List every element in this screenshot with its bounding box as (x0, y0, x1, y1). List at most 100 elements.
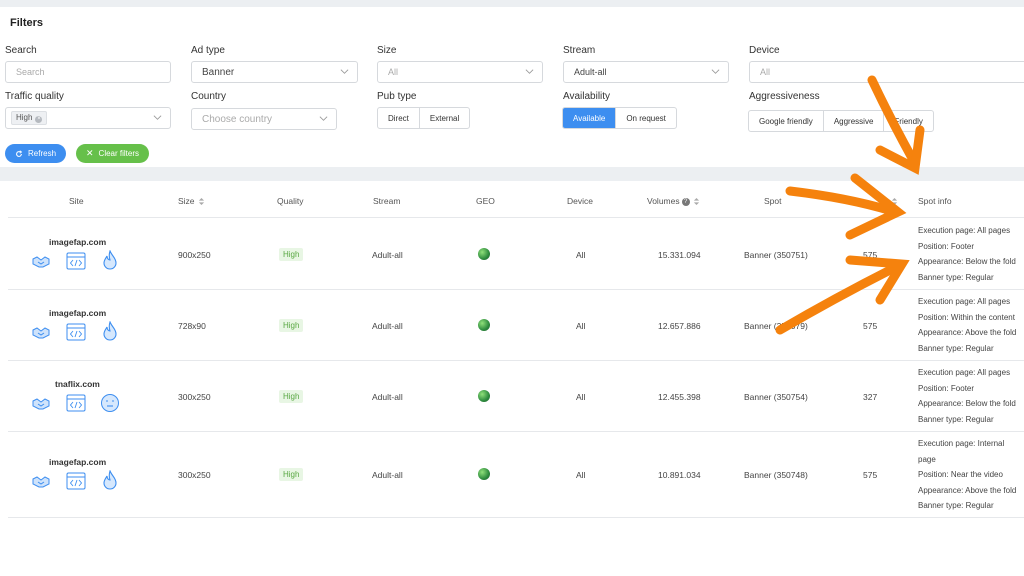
col-spot-info: Spot info (918, 196, 952, 206)
country-placeholder: Choose country (202, 113, 273, 125)
availability-on-request[interactable]: On request (616, 108, 676, 128)
site-name[interactable]: imagefap.com (49, 457, 106, 467)
search-input[interactable]: Search (5, 61, 171, 83)
spot-cell[interactable]: Banner (350751) (744, 250, 808, 260)
code-embed-icon (66, 323, 86, 340)
spot-info-line: Execution page: All pages (918, 368, 1011, 377)
quality-cell: High (279, 468, 304, 481)
pub-type-label: Pub type (377, 91, 417, 102)
stream-label: Stream (563, 45, 596, 56)
stream-value: Adult-all (574, 67, 607, 77)
table-row[interactable]: imagefap.com 900x250 High Adult-all All 15.33… (8, 219, 1024, 290)
spot-info-line: Banner type: Regular (918, 343, 994, 353)
price-cell: 575 (863, 470, 878, 480)
handshake-icon (32, 476, 50, 488)
spot-cell[interactable]: Banner (350754) (744, 392, 808, 402)
pub-type-toggle: Direct External (377, 107, 471, 129)
help-icon[interactable]: ? (681, 197, 690, 206)
globe-icon (478, 318, 490, 331)
spot-info-cell: Execution page: All pages Position: Withi… (918, 294, 1016, 356)
col-price[interactable] (888, 196, 898, 206)
col-size-label: Size (178, 196, 195, 206)
price-cell: 575 (863, 320, 878, 331)
pub-type-external[interactable]: External (420, 108, 469, 128)
country-label: Country (191, 91, 227, 102)
top-bar (0, 0, 1024, 7)
price-cell: 575 (863, 249, 878, 260)
code-embed-icon (66, 394, 86, 411)
refresh-label: Refresh (28, 149, 57, 158)
spot-info-line: Execution page: All pages (918, 297, 1011, 306)
volumes-cell: 12.657.886 (658, 320, 701, 331)
availability-label: Availability (563, 91, 611, 102)
ad-type-label: Ad type (191, 45, 225, 56)
device-select[interactable]: All (749, 61, 1024, 83)
code-embed-icon (66, 252, 86, 269)
spot-info-line: Banner type: Regular (918, 414, 994, 424)
quality-tag[interactable]: High × (11, 111, 48, 125)
quality-badge: High (279, 247, 304, 261)
col-geo: GEO (476, 196, 495, 206)
search-label: Search (5, 45, 37, 56)
refresh-icon (16, 149, 23, 157)
spot-info-line: Appearance: Above the fold (918, 485, 1017, 495)
country-select[interactable]: Choose country (191, 108, 337, 130)
site-name[interactable]: imagefap.com (49, 308, 106, 318)
fire-icon (103, 249, 117, 270)
quality-tag-label: High (16, 113, 33, 122)
sort-icon (891, 198, 898, 206)
handshake-icon (32, 397, 50, 409)
handshake-icon (32, 326, 50, 338)
table-row[interactable]: imagefap.com 728x90 High Adult-all All 12.657… (8, 290, 1024, 361)
remove-tag-icon[interactable]: × (35, 116, 43, 123)
availability-available[interactable]: Available (563, 108, 617, 128)
device-label: Device (749, 45, 780, 56)
aggressiveness-google-friendly[interactable]: Google friendly (749, 111, 824, 131)
handshake-icon (32, 255, 50, 267)
col-quality: Quality (277, 196, 304, 206)
chevron-down-icon (711, 69, 720, 74)
aggressiveness-friendly[interactable]: Friendly (884, 111, 932, 131)
col-volumes[interactable]: Volumes? (647, 196, 700, 206)
clear-filters-label: Clear filters (98, 149, 139, 158)
stream-cell: Adult-all (372, 470, 403, 480)
availability-toggle: Available On request (562, 107, 677, 129)
ad-type-value: Banner (202, 66, 235, 78)
stream-select[interactable]: Adult-all (563, 61, 729, 83)
spot-info-line: Position: Footer (918, 241, 975, 251)
ad-type-select[interactable]: Banner (191, 61, 358, 83)
pub-type-direct[interactable]: Direct (378, 108, 420, 128)
size-select[interactable]: All (377, 61, 543, 83)
size-cell: 300x250 (178, 391, 211, 402)
device-cell: All (576, 470, 586, 480)
search-placeholder: Search (16, 67, 45, 77)
col-stream: Stream (373, 196, 401, 206)
site-name[interactable]: imagefap.com (49, 237, 106, 247)
table-row[interactable]: tnaflix.com 300x250 High Adult-all All 12.455… (8, 361, 1024, 432)
refresh-button[interactable]: Refresh (5, 144, 67, 163)
col-site: Site (69, 196, 84, 206)
aggressiveness-aggressive[interactable]: Aggressive (824, 111, 885, 131)
chevron-down-icon (319, 116, 328, 121)
quality-cell: High (279, 318, 304, 332)
col-size[interactable]: Size (178, 196, 205, 206)
table-row[interactable]: imagefap.com 300x250 High Adult-all All 10.89… (8, 432, 1024, 518)
spot-info-line: Position: Near the video (918, 470, 1003, 479)
volumes-cell: 12.455.398 (658, 391, 701, 402)
spot-info-line: Appearance: Above the fold (918, 328, 1017, 337)
fire-icon (103, 320, 117, 341)
clear-filters-button[interactable]: ✕ Clear filters (76, 144, 149, 163)
neutral-face-icon (101, 393, 119, 412)
spot-info-line: Appearance: Below the fold (918, 399, 1016, 408)
spot-cell[interactable]: Banner (359079) (744, 321, 808, 331)
spot-info-line: Execution page: Internal (918, 439, 1005, 448)
device-cell: All (576, 249, 586, 260)
traffic-quality-select[interactable]: High × (5, 107, 171, 129)
chevron-down-icon (153, 115, 162, 120)
spot-cell[interactable]: Banner (350748) (744, 470, 808, 480)
price-cell: 327 (863, 391, 878, 402)
close-icon: ✕ (86, 148, 94, 158)
spot-info-line: Appearance: Below the fold (918, 257, 1016, 266)
device-cell: All (576, 320, 586, 331)
site-name[interactable]: tnaflix.com (55, 379, 100, 389)
